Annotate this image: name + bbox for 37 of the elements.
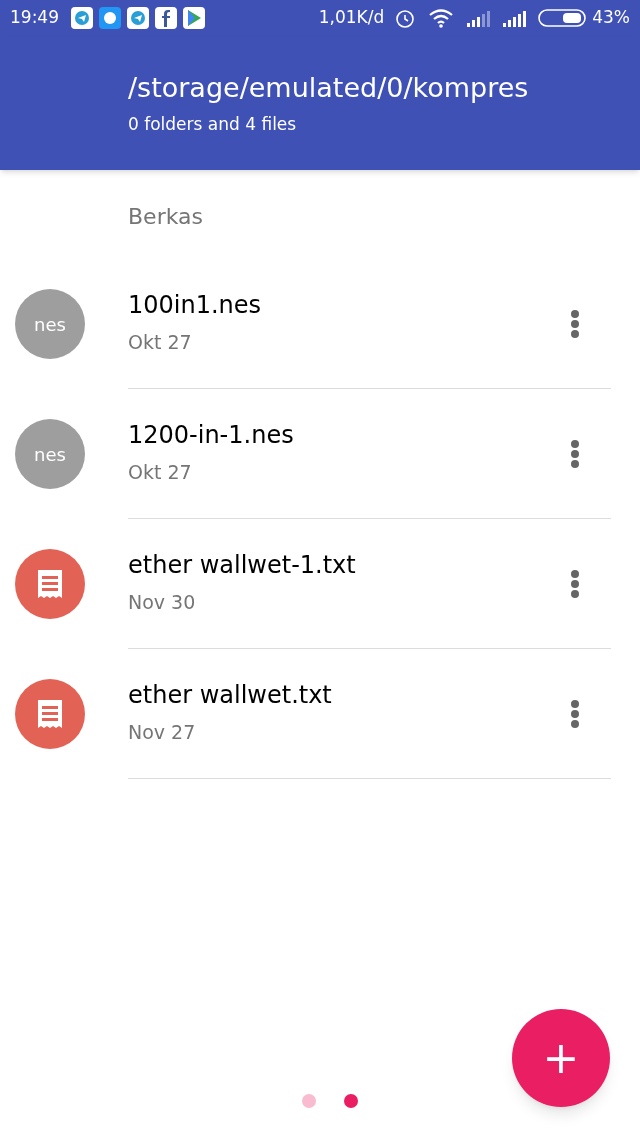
file-name: ether wallwet-1.txt [128,550,357,581]
notification-app-icon [155,7,177,29]
file-date: Okt 27 [128,460,193,486]
battery-percentage: 43% [592,6,630,30]
file-row[interactable]: nes 100in1.nes Okt 27 [0,259,640,389]
more-options-icon[interactable] [570,698,580,729]
clock: 19:49 [10,6,59,30]
notification-app-icon [99,7,121,29]
file-type-badge: nes [15,289,85,359]
file-date: Okt 27 [128,330,193,356]
file-row[interactable]: ether wallwet-1.txt Nov 30 [0,519,640,649]
network-speed: 1,01K/d [318,6,385,30]
notification-app-icon [127,7,149,29]
file-date: Nov 30 [128,590,197,616]
alarm-icon [394,7,417,29]
battery-icon [538,8,587,28]
signal-icon [466,9,493,27]
more-options-icon[interactable] [570,438,580,469]
signal-icon [502,9,529,27]
wifi-icon [428,8,455,28]
file-date: Nov 27 [128,720,197,746]
file-row[interactable]: nes 1200-in-1.nes Okt 27 [0,389,640,519]
file-name: 100in1.nes [128,290,263,321]
file-name: ether wallwet.txt [128,680,333,711]
folder-path: /storage/emulated/0/kompres [128,71,530,105]
add-fab[interactable]: + [512,1009,610,1107]
folder-summary: 0 folders and 4 files [128,113,298,136]
document-icon [15,679,85,749]
document-icon [15,549,85,619]
notification-app-icon [71,7,93,29]
more-options-icon[interactable] [570,568,580,599]
notification-app-icon [183,7,205,29]
more-options-icon[interactable] [570,308,580,339]
file-row[interactable]: ether wallwet.txt Nov 27 [0,649,640,779]
section-header: Berkas [128,204,203,229]
file-type-badge: nes [15,419,85,489]
file-name: 1200-in-1.nes [128,420,295,451]
